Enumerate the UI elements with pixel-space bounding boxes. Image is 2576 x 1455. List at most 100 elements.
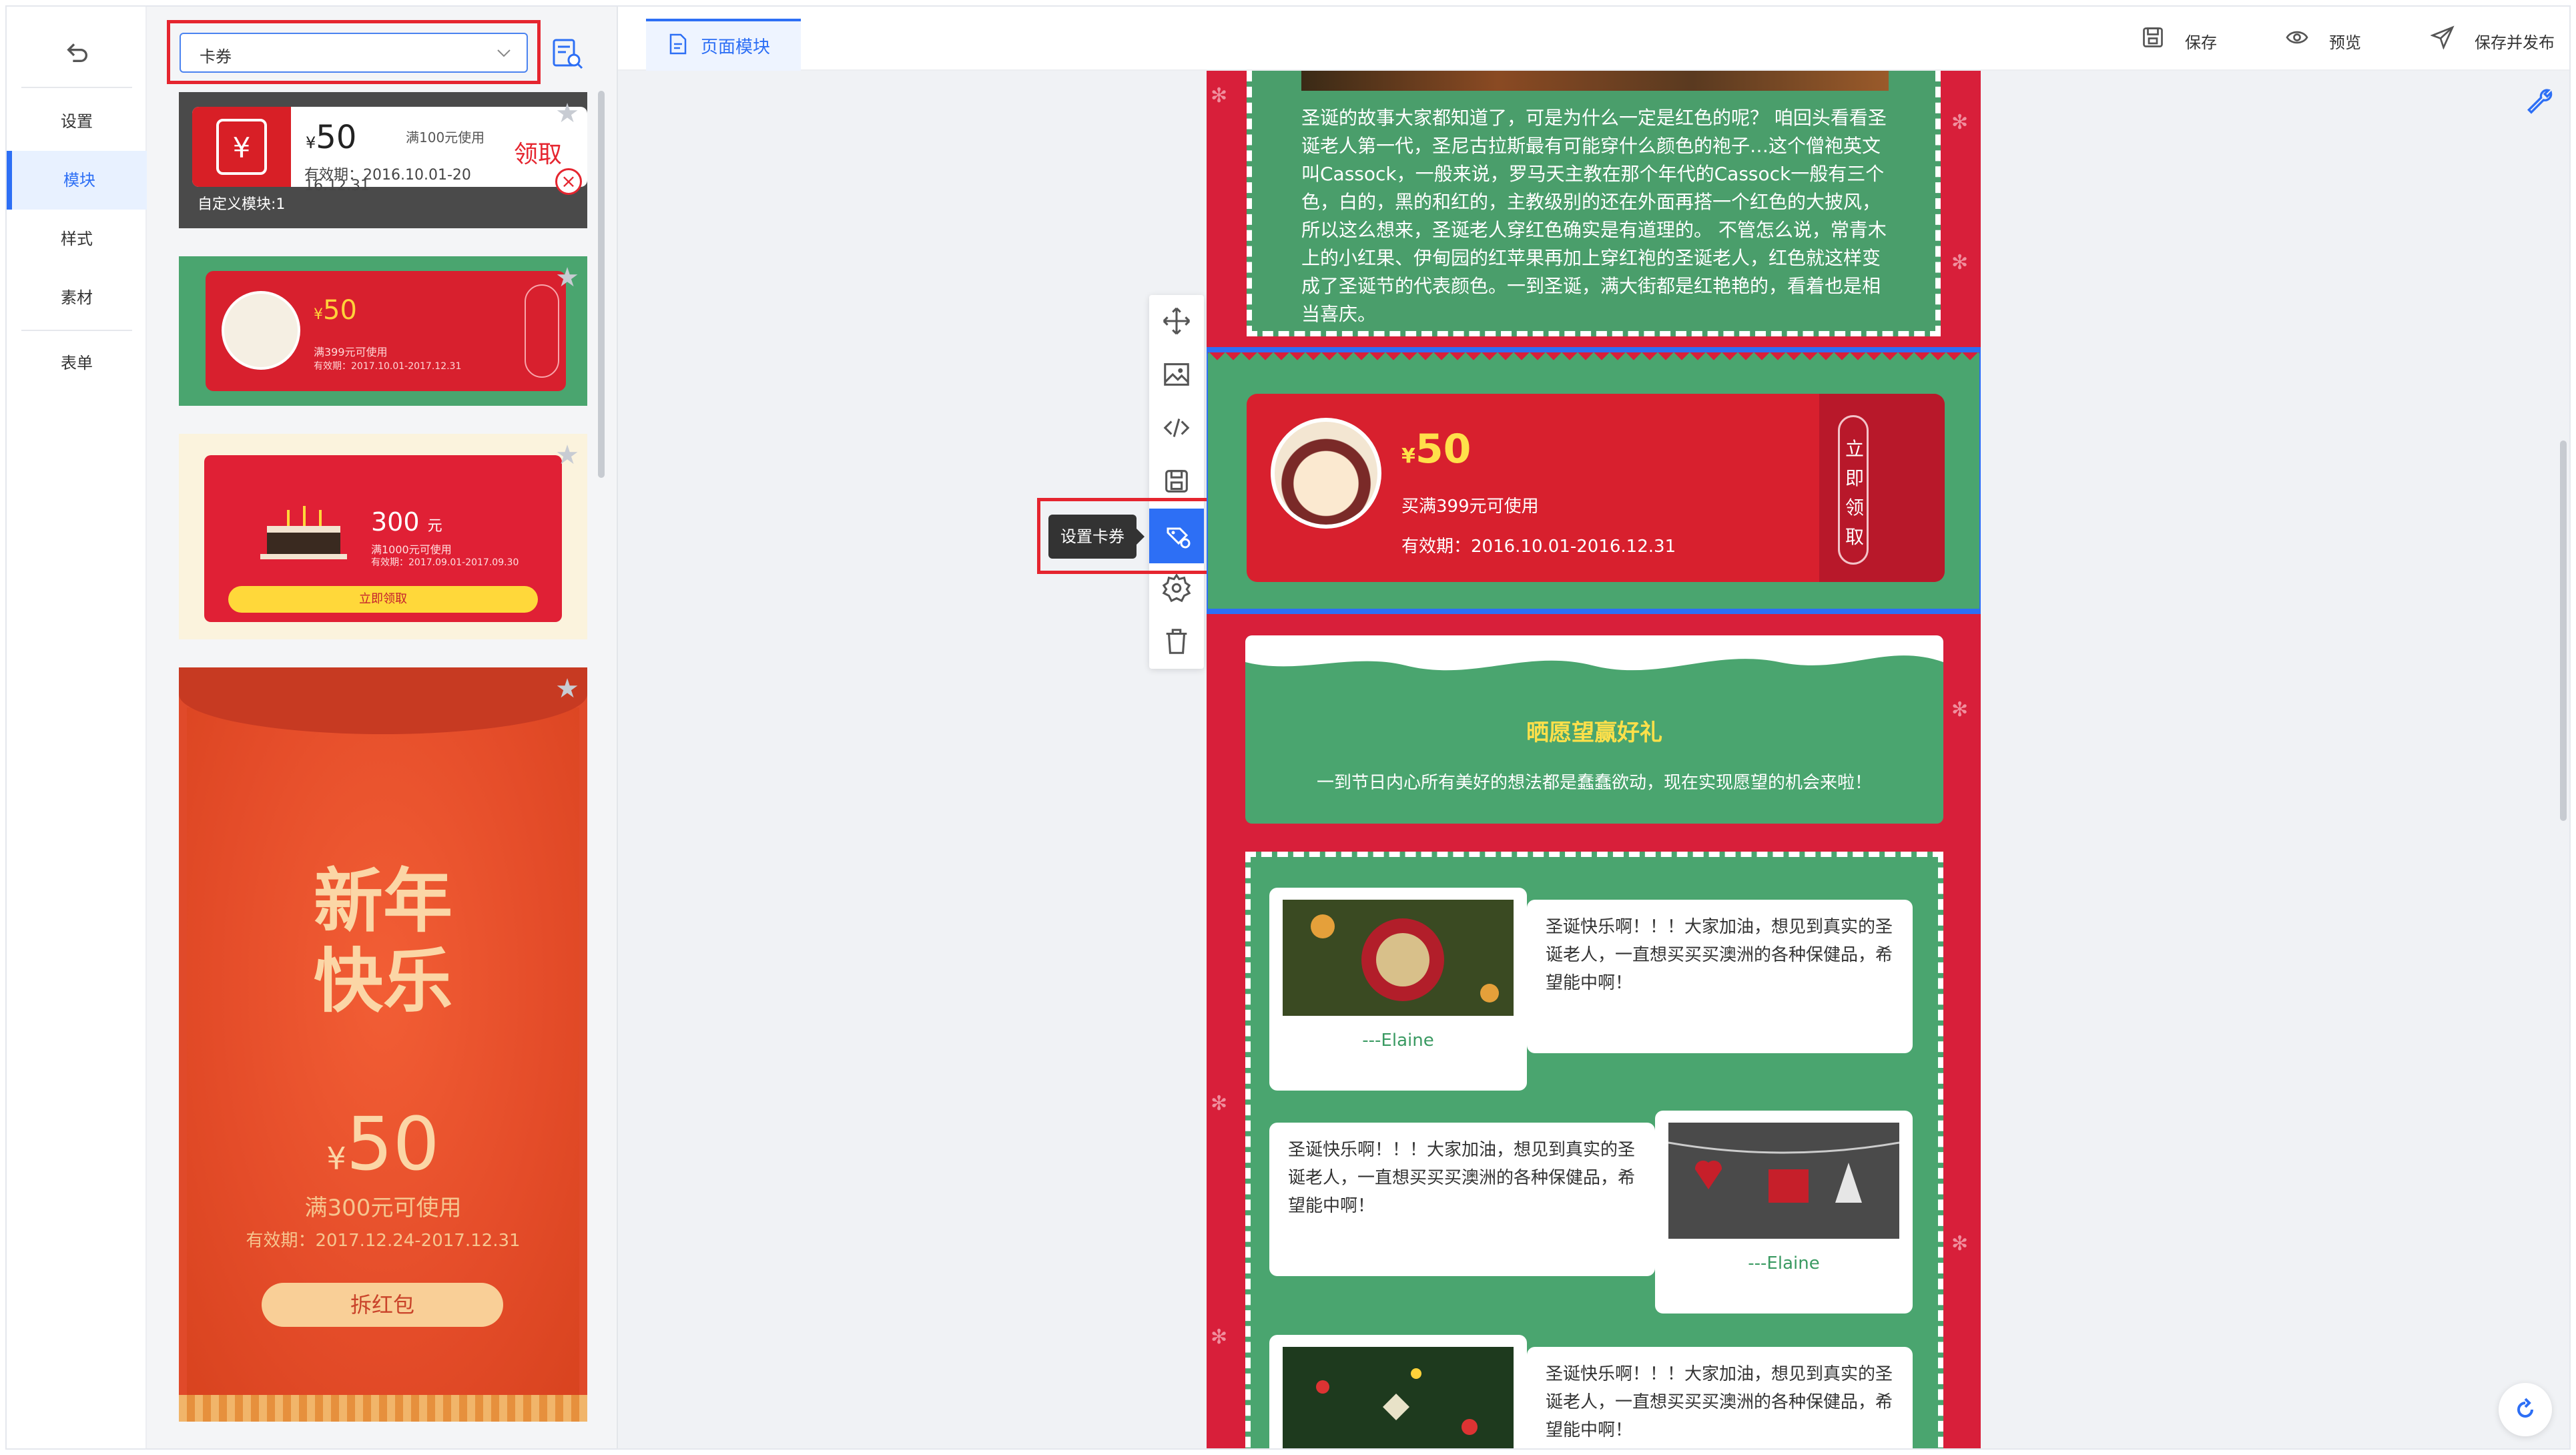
envelope-amount: ¥50 [326,1101,440,1187]
claim-now-button: 立即领取 [228,586,538,613]
save-publish-label: 保存并发布 [2475,33,2555,52]
snowflake-icon: ✻ [1951,1232,1969,1255]
help-button[interactable] [2499,1383,2552,1436]
story-module[interactable]: 圣诞的故事大家都知道了，可是为什么一定是红色的呢？ 咱回头看看圣诞老人第一代，圣… [1247,71,1941,336]
coupon-min: 满399元可使用 [314,346,388,358]
back-icon[interactable] [64,39,91,65]
wish-desc: 一到节日内心所有美好的想法都是蠢蠢欲动，现在实现愿望的机会来啦！ [1316,773,1872,793]
review-photo-card: ---Elaine [1269,888,1527,1091]
close-icon[interactable]: × [555,168,582,195]
nav-item-styles[interactable]: 样式 [7,210,147,268]
star-icon[interactable]: ★ [555,442,579,469]
tooltip-highlight: 设置卡券 [1037,498,1221,574]
nav-item-forms[interactable]: 表单 [7,334,147,392]
coupon-amount: ¥50 [1401,426,1472,473]
wallet-icon: ¥ [216,119,267,175]
coupon-body: ¥50 满399元可使用 有效期：2017.10.01-2017.12.31 [206,271,566,391]
search-template-icon[interactable] [550,36,585,71]
wish-module[interactable]: 晒愿望赢好礼 一到节日内心所有美好的想法都是蠢蠢欲动，现在实现愿望的机会来啦！ [1245,635,1943,824]
coupon-valid: 有效期：2016.10.01-2016.12.31 [1401,537,1676,557]
module-toolbar [1149,295,1204,669]
document-icon [669,33,687,55]
ornament-image [1271,418,1381,529]
image-icon[interactable] [1161,359,1192,390]
nav-divider [21,87,132,88]
page-canvas: ✻ ✻ ✻ ✻ ✻ ✻ ✻ 圣诞的故事大家都知道了，可是为什么一定是红色的呢？ … [1207,71,1981,1448]
main-scrollbar[interactable] [2560,441,2567,821]
move-icon[interactable] [1161,306,1192,336]
gear-icon[interactable] [1161,573,1192,603]
coupon-body: ¥ ¥50 满100元使用 有效期：2016.10.01-20 16.12.31… [192,107,587,195]
nav-divider [21,330,132,331]
story-text: 圣诞的故事大家都知道了，可是为什么一定是红色的呢？ 咱回头看看圣诞老人第一代，圣… [1301,107,1887,325]
coupon-claim-pill [525,284,559,378]
coupon-module-selected[interactable]: ¥50 买满399元可使用 有效期：2016.10.01-2016.12.31 … [1207,347,1981,614]
review-text: 圣诞快乐啊！！！大家加油，想见到真实的圣诞老人，一直想买买买澳洲的各种保健品，希… [1527,900,1913,1053]
envelope-title: 新年 快乐 [313,860,452,1022]
left-nav: 设置 模块 样式 素材 表单 [7,7,147,1448]
chevron-down-icon [497,49,511,57]
coupon-amount: ¥50 [306,119,357,156]
save-label: 保存 [2185,33,2217,52]
coupon-min: 满100元使用 [406,129,485,146]
star-icon[interactable]: ★ [555,264,579,291]
snowflake-icon: ✻ [1211,1092,1228,1115]
review-text: 圣诞快乐啊！！！大家加油，想见到真实的圣诞老人，一直想买买买澳洲的各种保健品，希… [1527,1347,1913,1448]
claim-label: 立 即 领 取 [1845,438,1865,548]
template-card-coupon-2[interactable]: ¥50 满399元可使用 有效期：2017.10.01-2017.12.31 ★ [179,256,587,406]
envelope-border [179,1395,587,1422]
reviews-module[interactable]: ---Elaine 圣诞快乐啊！！！大家加油，想见到真实的圣诞老人，一直想买买买… [1245,852,1943,1448]
app-window: 设置 模块 样式 素材 表单 卡券 ¥ ¥50 满100元使用 有效期：2016… [5,5,2571,1450]
snowflake-icon: ✻ [1951,251,1969,274]
select-highlight: 卡券 [167,20,541,84]
coupon-card: ¥50 买满399元可使用 有效期：2016.10.01-2016.12.31 … [1247,394,1945,582]
top-bar: 页面模块 保存 预览 保存并发布 [618,7,2569,71]
tab-page-modules[interactable]: 页面模块 [646,19,801,71]
template-card-red-envelope[interactable]: 新年 快乐 ¥50 满300元可使用 有效期：2017.12.24-2017.12… [179,667,587,1422]
template-panel: 卡券 ¥ ¥50 满100元使用 有效期：2016.10.01-20 16.12… [147,7,618,1448]
nav-item-modules[interactable]: 模块 [7,151,147,210]
claim-button[interactable]: 立 即 领 取 [1838,415,1869,565]
review-author: ---Elaine [1362,1031,1434,1051]
tree-photo [1283,1347,1514,1448]
wish-title: 晒愿望赢好礼 [1526,719,1662,746]
envelope-min: 满300元可使用 [304,1195,462,1221]
template-card-coupon-3[interactable]: 300 元 满1000元可使用 有效期：2017.09.01-2017.09.3… [179,434,587,639]
tooltip-set-coupon: 设置卡券 [1048,515,1145,559]
coupon-amount: 300 元 [371,507,442,537]
code-icon[interactable] [1161,412,1192,443]
story-image [1301,71,1889,91]
envelope-valid: 有效期：2017.12.24-2017.12.31 [246,1231,521,1251]
save-module-icon[interactable] [1161,466,1192,497]
coupon-body: 300 元 满1000元可使用 有效期：2017.09.01-2017.09.3… [204,455,562,622]
snowflake-icon: ✻ [1211,84,1228,107]
coupon-valid-cont: 16.12.31 [304,178,370,194]
coupon-valid: 有效期：2017.09.01-2017.09.30 [371,557,519,568]
hanging-ornaments-photo [1668,1123,1899,1239]
star-icon[interactable]: ★ [555,100,579,127]
coupon-min: 满1000元可使用 [371,543,452,556]
coupon-get-label: 领取 [513,141,562,168]
save-icon [2143,27,2163,47]
snowflake-icon: ✻ [1951,111,1969,134]
panel-scrollbar[interactable] [598,91,605,478]
coupon-valid: 有效期：2017.10.01-2017.12.31 [314,361,462,372]
eye-icon [2286,31,2308,44]
review-photo-card [1269,1335,1527,1448]
review-author: ---Elaine [1748,1253,1820,1273]
snow-wave [1245,635,1943,671]
zigzag-border [1208,352,1979,366]
template-card-coupon-1[interactable]: ¥ ¥50 满100元使用 有效期：2016.10.01-20 16.12.31… [179,92,587,228]
nav-item-settings[interactable]: 设置 [7,92,147,151]
editor-main: 页面模块 保存 预览 保存并发布 设置卡券 ✻ ✻ ✻ ✻ ✻ ✻ ✻ 圣诞的故… [618,7,2569,1448]
review-photo-card: ---Elaine [1655,1111,1913,1314]
snowflake-icon: ✻ [1211,1326,1228,1349]
preview-label: 预览 [2329,33,2361,52]
star-icon[interactable]: ★ [555,675,579,702]
trash-icon[interactable] [1161,626,1192,657]
category-select[interactable]: 卡券 [180,33,528,73]
wrench-icon[interactable] [2524,85,2553,115]
refresh-icon [2517,1398,2533,1418]
open-envelope-button: 拆红包 [262,1283,503,1327]
nav-item-materials[interactable]: 素材 [7,268,147,327]
